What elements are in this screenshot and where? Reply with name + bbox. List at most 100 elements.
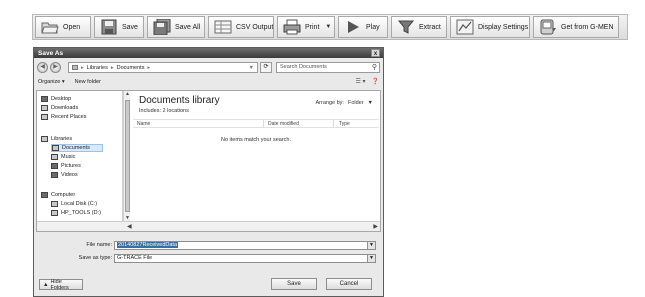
horizontal-scrollbar[interactable]: ◀ ▶ [37, 221, 380, 231]
nav-item-music[interactable]: Music [51, 153, 75, 161]
save-type-row: Save as type: G-TRACE File ▼ [34, 254, 384, 264]
open-button[interactable]: Open [35, 16, 91, 38]
nav-item-libraries[interactable]: Libraries [41, 135, 72, 143]
get-from-gmen-label: Get from G-MEN [561, 23, 614, 31]
cancel-button[interactable]: Cancel [326, 278, 372, 290]
save-all-label: Save All [175, 23, 201, 31]
extract-button[interactable]: Extract [391, 16, 447, 38]
csv-output-label: CSV Output [236, 23, 274, 31]
save-dialog-button[interactable]: Save [271, 278, 317, 290]
chevron-down-icon[interactable]: ▼ [249, 65, 254, 71]
nav-item-label: Desktop [51, 96, 72, 102]
arrange-by-value[interactable]: Folder [348, 100, 364, 106]
forward-icon[interactable]: ▶ [50, 62, 61, 73]
extract-label: Extract [419, 23, 441, 31]
nav-item-documents[interactable]: Documents [51, 144, 103, 152]
computer-icon [41, 192, 48, 198]
open-label: Open [63, 23, 81, 31]
nav-item-pictures[interactable]: Pictures [51, 162, 81, 170]
scroll-right-icon[interactable]: ▶ [373, 223, 378, 230]
command-bar: Organize ▾ New folder ☰ ▾ ❓ [34, 76, 383, 88]
file-name-input[interactable]: 20140827ReceivedData ▼ [114, 241, 376, 250]
nav-item-label: Music [61, 154, 76, 160]
chevron-right-icon: ▸ [110, 64, 114, 71]
nav-item-desktop[interactable]: Desktop [41, 95, 71, 103]
file-name-value: 20140827ReceivedData [117, 242, 179, 248]
browser-panes: Desktop Downloads Recent Places Librarie… [36, 90, 381, 232]
save-type-label: Save as type: [78, 255, 112, 261]
search-input[interactable]: Search Documents ⚲ [276, 62, 380, 73]
nav-scrollbar[interactable]: ▲ ▼ [123, 91, 130, 221]
save-label: Save [122, 23, 138, 31]
print-button[interactable]: Print ▼ [277, 16, 335, 38]
save-all-icon [153, 19, 171, 35]
column-type[interactable]: Type [339, 121, 350, 127]
file-name-row: File name: 20140827ReceivedData ▼ [34, 241, 384, 251]
videos-icon [51, 172, 58, 178]
nav-item-computer[interactable]: Computer [41, 191, 75, 199]
csv-output-button[interactable]: CSV Output [208, 16, 274, 38]
new-folder-button[interactable]: New folder [75, 79, 101, 85]
column-divider[interactable] [263, 120, 264, 128]
get-from-gmen-button[interactable]: Get from G-MEN [533, 16, 619, 38]
navigation-pane: Desktop Downloads Recent Places Librarie… [37, 91, 123, 221]
chevron-right-icon: ▸ [81, 64, 84, 71]
desktop-icon [41, 96, 48, 102]
music-icon [51, 154, 58, 160]
nav-item-label: Documents [62, 145, 90, 151]
refresh-icon[interactable]: ⟳ [260, 62, 272, 73]
save-all-button[interactable]: Save All [147, 16, 205, 38]
libraries-icon [41, 136, 48, 142]
print-dropdown-icon[interactable]: ▼ [325, 24, 331, 30]
save-button[interactable]: Save [94, 16, 144, 38]
documents-icon [52, 145, 59, 151]
nav-item-videos[interactable]: Videos [51, 171, 78, 179]
column-divider[interactable] [333, 120, 334, 128]
chevron-up-icon: ▲ [43, 281, 49, 288]
dialog-titlebar[interactable]: Save As x [34, 48, 383, 58]
help-icon[interactable]: ❓ [372, 78, 379, 85]
address-bar[interactable]: ▸ Libraries ▸ Documents ▸ ▼ [68, 62, 258, 73]
close-icon[interactable]: x [371, 49, 380, 57]
column-name[interactable]: Name [137, 121, 150, 127]
breadcrumb-documents[interactable]: Documents [117, 65, 145, 71]
scroll-left-icon[interactable]: ◀ [127, 223, 132, 230]
library-includes[interactable]: Includes: 2 locations [139, 108, 189, 114]
save-type-select[interactable]: G-TRACE File ▼ [114, 254, 376, 263]
chevron-down-icon[interactable]: ▼ [367, 255, 375, 262]
main-toolbar: Open Save Save All CSV Output Print ▼ Pl… [32, 14, 628, 40]
csv-icon [214, 19, 232, 35]
nav-item-hp-tools[interactable]: HP_TOOLS (D:) [51, 209, 101, 217]
drive-icon [51, 210, 58, 216]
empty-message: No items match your search. [221, 137, 291, 143]
arrange-by: Arrange by: Folder ▼ [316, 100, 373, 106]
downloads-icon [41, 105, 48, 111]
breadcrumb-libraries[interactable]: Libraries [87, 65, 108, 71]
file-name-label: File name: [86, 242, 112, 248]
save-as-dialog: Save As x ◀ ▶ ▸ Libraries ▸ Documents ▸ … [33, 47, 384, 297]
nav-item-label: Libraries [51, 136, 73, 142]
printer-icon [283, 19, 301, 35]
chevron-right-icon: ▸ [147, 64, 151, 71]
nav-item-label: Recent Places [51, 114, 87, 120]
nav-item-local-disk[interactable]: Local Disk (C:) [51, 200, 97, 208]
back-icon[interactable]: ◀ [37, 62, 48, 73]
scroll-thumb[interactable] [125, 100, 130, 212]
display-settings-button[interactable]: Display Settings [450, 16, 530, 38]
arrange-by-label: Arrange by: [315, 100, 344, 106]
display-settings-icon [456, 19, 474, 35]
folder-open-icon [41, 19, 59, 35]
nav-item-recent-places[interactable]: Recent Places [41, 113, 86, 121]
organize-menu[interactable]: Organize ▾ [38, 79, 65, 85]
chevron-down-icon[interactable]: ▼ [368, 100, 373, 106]
hide-folders-button[interactable]: ▲ Hide Folders [39, 279, 83, 291]
nav-item-label: Videos [61, 172, 78, 178]
scroll-up-icon[interactable]: ▲ [124, 91, 131, 97]
view-options-icon[interactable]: ☰ ▾ [355, 78, 365, 85]
address-row: ◀ ▶ ▸ Libraries ▸ Documents ▸ ▼ ⟳ Search… [34, 58, 383, 76]
save-icon [100, 19, 118, 35]
nav-item-downloads[interactable]: Downloads [41, 104, 78, 112]
chevron-down-icon[interactable]: ▼ [367, 242, 375, 249]
play-button[interactable]: Play [338, 16, 388, 38]
column-date-modified[interactable]: Date modified [268, 121, 299, 127]
